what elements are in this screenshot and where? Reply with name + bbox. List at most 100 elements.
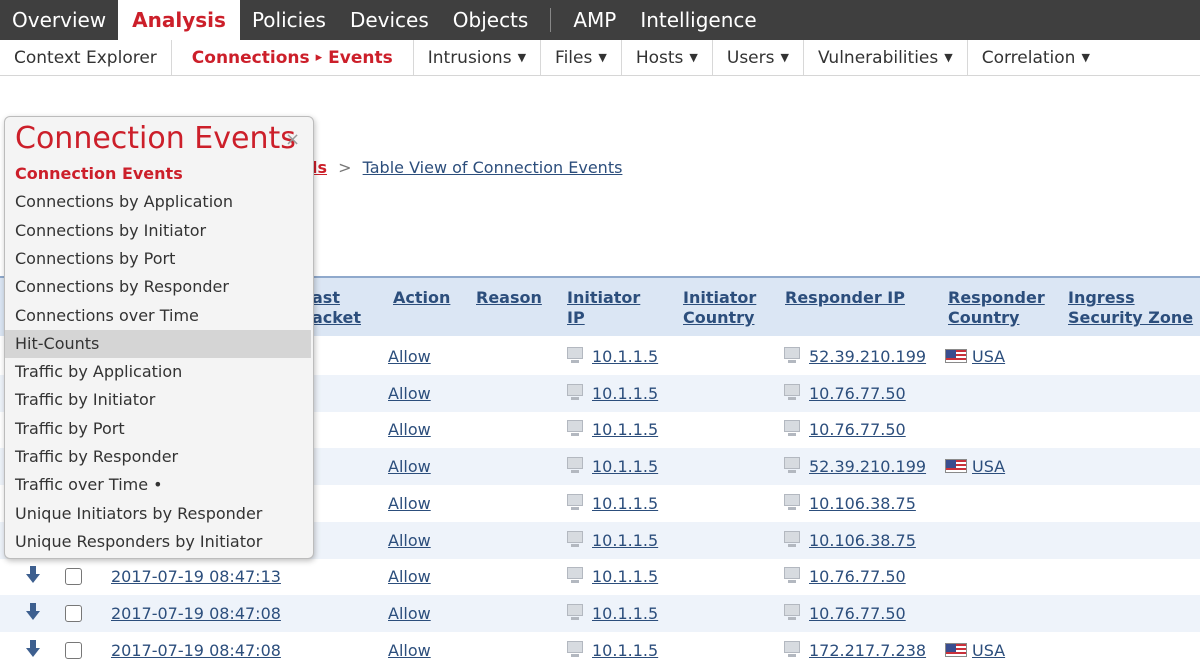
initiator-ip-cell[interactable]: 10.1.1.5 xyxy=(592,494,658,513)
responder-country-cell[interactable]: USA xyxy=(972,457,1005,476)
action-cell[interactable]: Allow xyxy=(388,457,431,476)
col-ingress-zone[interactable]: Ingress Security Zone xyxy=(1068,288,1193,328)
dropdown-item[interactable]: Traffic by Port xyxy=(5,415,311,443)
host-icon xyxy=(565,603,585,622)
action-cell[interactable]: Allow xyxy=(388,494,431,513)
nav-divider xyxy=(550,8,552,32)
breadcrumb-current-link[interactable]: Table View of Connection Events xyxy=(363,158,623,177)
responder-country-cell[interactable]: USA xyxy=(972,347,1005,366)
workflow-dropdown: Connection Events × Connection Events Con… xyxy=(4,116,314,559)
drill-down-arrow-icon[interactable] xyxy=(26,639,40,658)
chevron-down-icon: ▼ xyxy=(517,51,527,64)
nav-intelligence[interactable]: Intelligence xyxy=(628,0,768,40)
dropdown-item[interactable]: Connections by Responder xyxy=(5,273,311,301)
row-checkbox[interactable] xyxy=(65,568,82,586)
drill-down-arrow-icon[interactable] xyxy=(26,566,40,584)
subnav-hosts-label: Hosts xyxy=(635,47,684,68)
col-responder-country-line1: Responder xyxy=(948,288,1045,307)
dropdown-item[interactable]: Traffic over Time • xyxy=(5,471,311,499)
subnav-connections-events[interactable]: Connections ▸ Events xyxy=(172,40,414,75)
col-initiator-ip[interactable]: Initiator IP xyxy=(567,288,640,328)
nav-amp[interactable]: AMP xyxy=(561,0,628,40)
initiator-ip-cell[interactable]: 10.1.1.5 xyxy=(592,531,658,550)
nav-objects[interactable]: Objects xyxy=(441,0,541,40)
usa-flag-icon xyxy=(945,459,967,474)
dropdown-item[interactable]: Traffic by Initiator xyxy=(5,386,311,414)
first-packet-cell[interactable]: 2017-07-19 08:47:13 xyxy=(111,567,281,586)
action-cell[interactable]: Allow xyxy=(388,641,431,660)
action-cell[interactable]: Allow xyxy=(388,567,431,586)
responder-ip-cell[interactable]: 10.76.77.50 xyxy=(809,604,906,623)
nav-overview[interactable]: Overview xyxy=(0,0,118,40)
usa-flag-icon xyxy=(945,642,967,657)
col-responder-country[interactable]: Responder Country xyxy=(948,288,1045,328)
dropdown-item[interactable]: Connections over Time xyxy=(5,302,311,330)
dropdown-item[interactable]: Traffic by Responder xyxy=(5,443,311,471)
dropdown-item[interactable]: Hit-Counts xyxy=(5,329,311,358)
col-ingress-zone-line1: Ingress xyxy=(1068,288,1135,307)
responder-ip-cell[interactable]: 172.217.7.238 xyxy=(809,641,926,660)
nav-devices[interactable]: Devices xyxy=(338,0,441,40)
action-cell[interactable]: Allow xyxy=(388,531,431,550)
subnav-files-label: Files xyxy=(555,47,593,68)
subnav-hosts[interactable]: Hosts ▼ xyxy=(622,40,713,75)
row-checkbox[interactable] xyxy=(65,641,82,659)
nav-analysis[interactable]: Analysis xyxy=(118,0,240,40)
subnav-users[interactable]: Users ▼ xyxy=(713,40,804,75)
dropdown-item[interactable]: Unique Responders by Initiator xyxy=(5,528,311,556)
dropdown-item[interactable]: Connection Events xyxy=(5,160,311,188)
close-icon[interactable]: × xyxy=(285,129,300,150)
responder-ip-cell[interactable]: 10.106.38.75 xyxy=(809,494,916,513)
initiator-ip-cell[interactable]: 10.1.1.5 xyxy=(592,347,658,366)
col-responder-ip[interactable]: Responder IP xyxy=(785,288,905,308)
first-packet-cell[interactable]: 2017-07-19 08:47:08 xyxy=(111,604,281,623)
responder-ip-cell[interactable]: 10.76.77.50 xyxy=(809,384,906,403)
responder-ip-cell[interactable]: 52.39.210.199 xyxy=(809,457,926,476)
initiator-ip-cell[interactable]: 10.1.1.5 xyxy=(592,641,658,660)
responder-ip-cell[interactable]: 52.39.210.199 xyxy=(809,347,926,366)
col-last-packet[interactable]: ast acket xyxy=(312,288,361,328)
host-icon xyxy=(782,567,802,585)
subnav-vulnerabilities[interactable]: Vulnerabilities ▼ xyxy=(804,40,968,75)
host-icon xyxy=(565,640,585,659)
initiator-ip-cell[interactable]: 10.1.1.5 xyxy=(592,457,658,476)
host-icon xyxy=(782,640,802,659)
col-initiator-ip-line2: IP xyxy=(567,308,585,327)
action-cell[interactable]: Allow xyxy=(388,420,431,439)
dropdown-item[interactable]: Traffic by Application xyxy=(5,358,311,386)
table-row: 2017-07-19 08:47:08 Allow 10.1.1.5 10.76.77… xyxy=(0,594,1200,632)
col-reason[interactable]: Reason xyxy=(476,288,542,308)
initiator-ip-cell[interactable]: 10.1.1.5 xyxy=(592,420,658,439)
nav-policies[interactable]: Policies xyxy=(240,0,338,40)
subnav-files[interactable]: Files ▼ xyxy=(541,40,622,75)
responder-ip-cell[interactable]: 10.76.77.50 xyxy=(809,567,906,586)
subnav-context-explorer[interactable]: Context Explorer xyxy=(0,40,172,75)
action-cell[interactable]: Allow xyxy=(388,347,431,366)
subnav-correlation[interactable]: Correlation ▼ xyxy=(968,40,1104,75)
chevron-down-icon: ▼ xyxy=(598,51,607,64)
action-cell[interactable]: Allow xyxy=(388,384,431,403)
subnav-intrusions[interactable]: Intrusions ▼ xyxy=(414,40,542,75)
dropdown-item[interactable]: Connections by Application xyxy=(5,188,311,216)
breadcrumb-previous-link[interactable]: ls xyxy=(312,158,327,177)
responder-country-cell[interactable]: USA xyxy=(972,641,1005,660)
first-packet-cell[interactable]: 2017-07-19 08:47:08 xyxy=(111,641,281,660)
responder-ip-cell[interactable]: 10.76.77.50 xyxy=(809,420,906,439)
drill-down-arrow-icon[interactable] xyxy=(26,602,40,621)
action-cell[interactable]: Allow xyxy=(388,604,431,623)
subnav-connections-label: Connections xyxy=(191,47,310,68)
initiator-ip-cell[interactable]: 10.1.1.5 xyxy=(592,567,658,586)
initiator-ip-cell[interactable]: 10.1.1.5 xyxy=(592,384,658,403)
dropdown-item[interactable]: Connections by Initiator xyxy=(5,217,311,245)
col-initiator-country[interactable]: Initiator Country xyxy=(683,288,756,328)
dropdown-item[interactable]: Connections by Port xyxy=(5,245,311,273)
dropdown-item[interactable]: Unique Initiators by Responder xyxy=(5,500,311,528)
responder-ip-cell[interactable]: 10.106.38.75 xyxy=(809,531,916,550)
col-ingress-zone-line2: Security Zone xyxy=(1068,308,1194,327)
row-checkbox[interactable] xyxy=(65,604,82,622)
sub-nav: Context Explorer Connections ▸ Events In… xyxy=(0,40,1200,76)
col-action[interactable]: Action xyxy=(393,288,450,308)
subnav-context-explorer-label: Context Explorer xyxy=(14,47,157,68)
initiator-ip-cell[interactable]: 10.1.1.5 xyxy=(592,604,658,623)
subnav-intrusions-label: Intrusions xyxy=(427,47,512,68)
